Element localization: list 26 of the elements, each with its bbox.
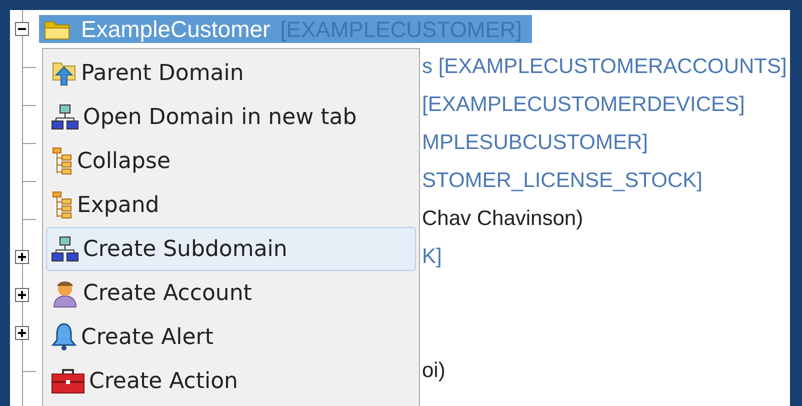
menu-item[interactable]: Create Action (46, 359, 416, 403)
network-icon (51, 103, 79, 131)
node-label: STOMER_LICENSE_STOCK] (422, 168, 702, 194)
menu-item[interactable]: Open Domain in new tab (46, 95, 416, 139)
collapse-toggle[interactable] (15, 22, 29, 36)
node-label: s [EXAMPLECUSTOMERACCOUNTS] (422, 54, 787, 80)
node-label: K] (422, 244, 442, 270)
menu-item[interactable]: Parent Domain (46, 51, 416, 95)
tree-icon (51, 146, 73, 176)
node-label: [EXAMPLECUSTOMERDEVICES] (422, 92, 745, 118)
node-label: MPLESUBCUSTOMER] (422, 130, 648, 156)
node-label: Chav Chavinson) (422, 206, 584, 232)
bell-icon (51, 322, 77, 352)
toolbox-icon (51, 368, 85, 394)
network-icon (51, 235, 79, 263)
node-label: ExampleCustomer (81, 14, 270, 44)
expand-toggle[interactable] (15, 250, 29, 264)
menu-item[interactable]: Create Account (46, 271, 416, 315)
menu-item[interactable]: Expand (46, 183, 416, 227)
menu-item[interactable]: Create Alert (46, 315, 416, 359)
tree-icon (51, 190, 73, 220)
expand-toggle[interactable] (15, 288, 29, 302)
node-label: oi) (422, 358, 446, 384)
menu-item[interactable]: Create Subdomain (46, 227, 416, 271)
menu-item[interactable]: Collapse (46, 139, 416, 183)
expand-toggle[interactable] (15, 326, 29, 340)
